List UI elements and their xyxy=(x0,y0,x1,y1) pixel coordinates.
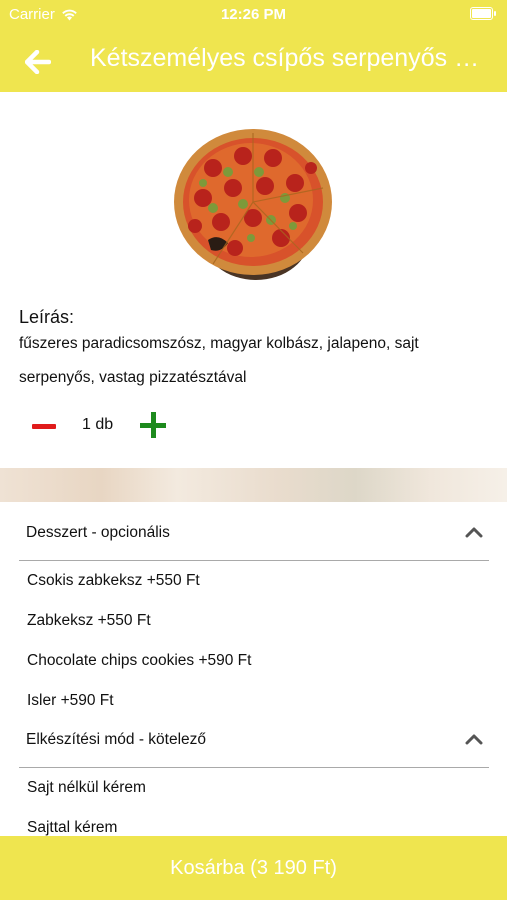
quantity-value: 1 db xyxy=(82,416,114,433)
quantity-stepper: 1 db xyxy=(20,406,220,446)
chevron-up-icon xyxy=(465,734,483,745)
increase-quantity-button[interactable] xyxy=(140,412,168,440)
section-header-dessert[interactable]: Desszert - opcionális xyxy=(19,511,489,561)
list-item[interactable]: Zabkeksz +550 Ft xyxy=(27,612,151,630)
dessert-options-list: Csokis zabkeksz +550 Ft Zabkeksz +550 Ft… xyxy=(0,562,507,707)
section-title: Desszert - opcionális xyxy=(26,524,170,541)
section-title: Elkészítési mód - kötelező xyxy=(26,731,207,748)
chevron-up-icon xyxy=(465,527,483,538)
list-item[interactable]: Sajttal kérem xyxy=(27,819,117,836)
pizza-image xyxy=(174,129,332,280)
add-to-cart-label: Kosárba (3 190 Ft) xyxy=(170,856,337,879)
page-title: Kétszemélyes csípős serpenyős pizza xyxy=(90,44,490,72)
status-time: 12:26 PM xyxy=(220,6,287,23)
add-to-cart-button[interactable]: Kosárba (3 190 Ft) xyxy=(0,836,507,900)
arrow-left-icon xyxy=(25,50,51,74)
description-text: fűszeres paradicsomszósz, magyar kolbász… xyxy=(19,335,419,386)
app-header: Carrier 12:26 PM Kétszemélyes csípős ser… xyxy=(0,0,507,92)
back-button[interactable] xyxy=(22,46,54,78)
battery-icon xyxy=(470,7,496,20)
list-item[interactable]: Sajt nélkül kérem xyxy=(27,779,146,797)
decorative-banner xyxy=(0,468,507,502)
list-item[interactable]: Chocolate chips cookies +590 Ft xyxy=(27,652,251,670)
status-bar: Carrier 12:26 PM xyxy=(0,0,507,30)
list-item[interactable]: Isler +590 Ft xyxy=(27,692,114,707)
preparation-options-list: Sajt nélkül kérem Sajttal kérem xyxy=(0,769,507,836)
description-label: Leírás: xyxy=(19,307,75,327)
section-header-preparation[interactable]: Elkészítési mód - kötelező xyxy=(19,718,489,768)
decrease-quantity-button[interactable] xyxy=(32,414,58,440)
list-item[interactable]: Csokis zabkeksz +550 Ft xyxy=(27,572,200,590)
